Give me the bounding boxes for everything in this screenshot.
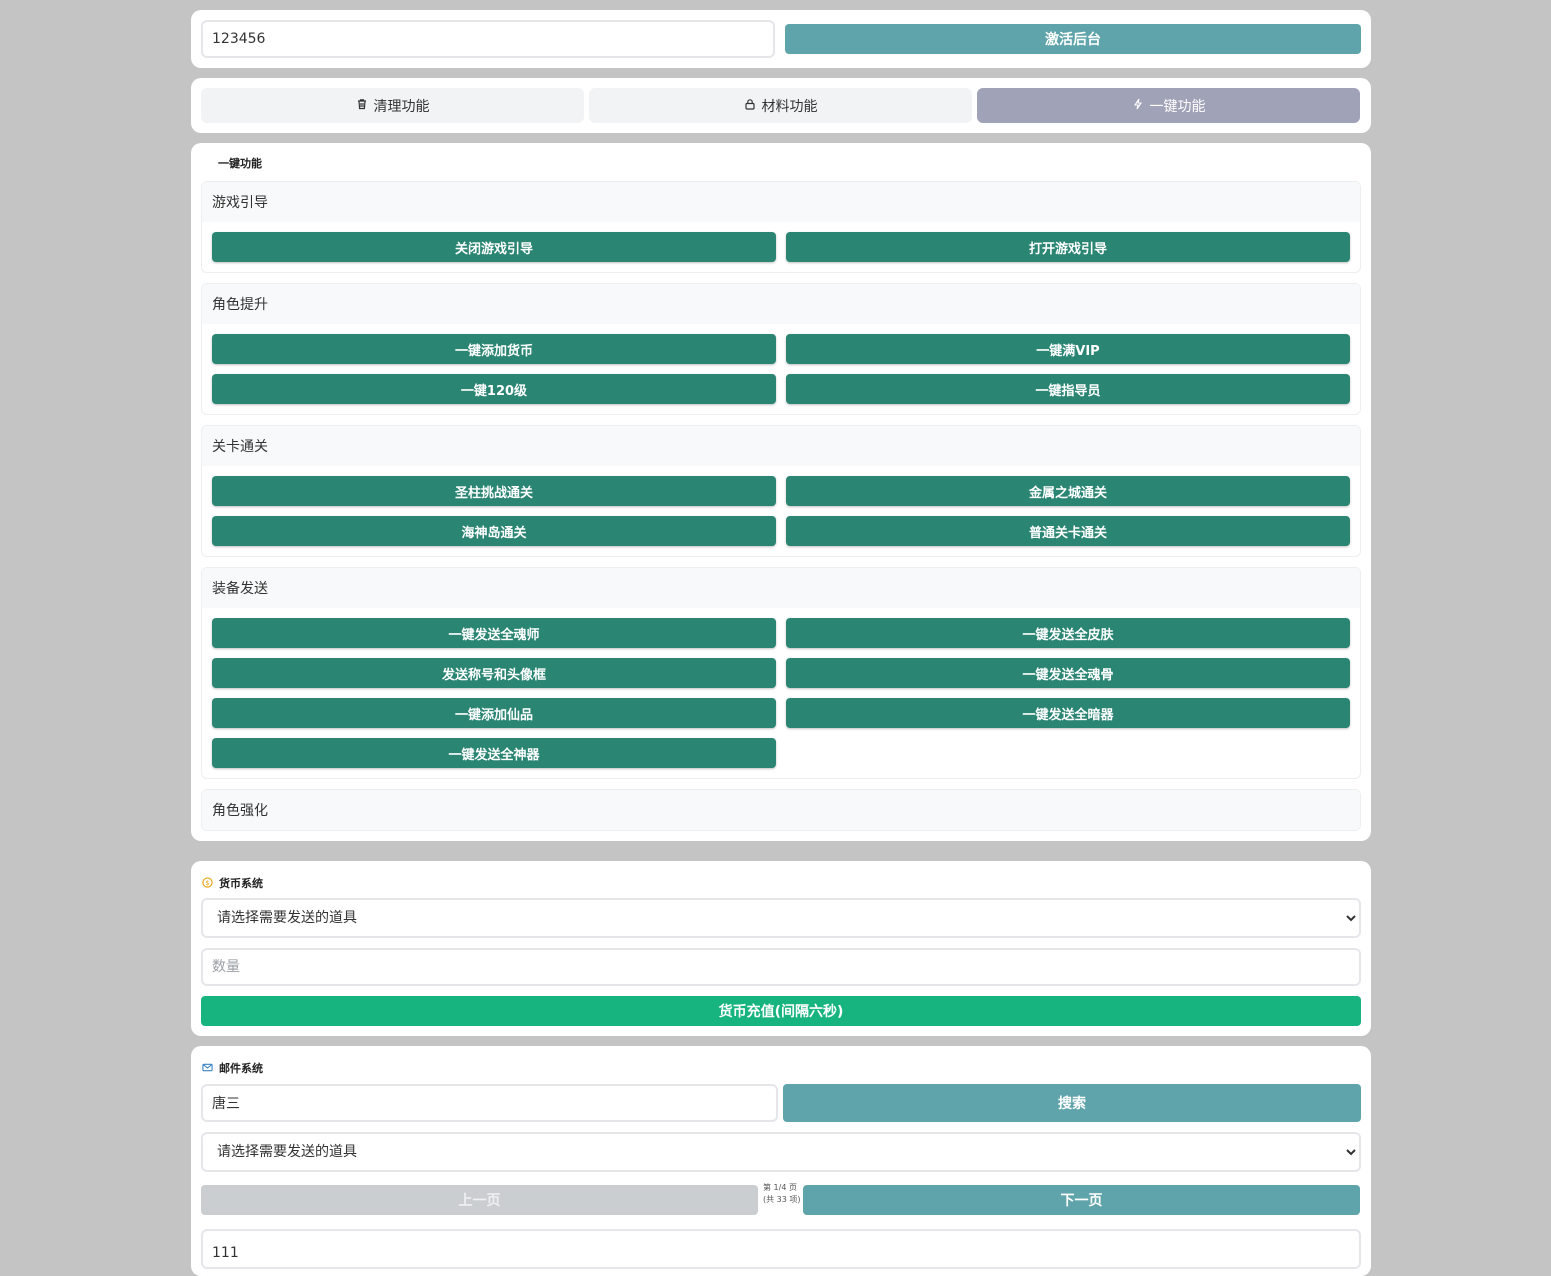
sea-god-island-clear-button[interactable]: 海神岛通关 <box>212 516 776 546</box>
group-role-upgrade: 角色提升 一键添加货币 一键满VIP 一键120级 一键指导员 <box>201 283 1361 415</box>
group-equipment-send: 装备发送 一键发送全魂师 一键发送全皮肤 发送称号和头像框 一键发送全魂骨 一键… <box>201 567 1361 779</box>
send-all-skins-button[interactable]: 一键发送全皮肤 <box>786 618 1350 648</box>
send-all-soulmasters-button[interactable]: 一键发送全魂师 <box>212 618 776 648</box>
quantity-input[interactable] <box>201 948 1361 986</box>
group-title: 关卡通关 <box>202 426 1360 466</box>
send-all-hidden-weapons-button[interactable]: 一键发送全暗器 <box>786 698 1350 728</box>
tab-materials[interactable]: 材料功能 <box>589 88 972 123</box>
group-title: 游戏引导 <box>202 182 1360 222</box>
trash-icon <box>356 98 368 114</box>
max-vip-button[interactable]: 一键满VIP <box>786 334 1350 364</box>
group-title: 角色提升 <box>202 284 1360 324</box>
add-immortal-items-button[interactable]: 一键添加仙品 <box>212 698 776 728</box>
instructor-button[interactable]: 一键指导员 <box>786 374 1350 404</box>
onekey-card: 一键功能 游戏引导 关闭游戏引导 打开游戏引导 角色提升 一键添加货币 一键满V… <box>191 143 1371 841</box>
tab-label: 清理功能 <box>373 98 430 115</box>
group-title: 角色强化 <box>202 790 1360 830</box>
bolt-icon <box>1132 98 1144 114</box>
pillar-clear-button[interactable]: 圣柱挑战通关 <box>212 476 776 506</box>
currency-recharge-button[interactable]: 货币充值(间隔六秒) <box>201 996 1361 1026</box>
mail-icon <box>202 1058 213 1077</box>
lock-icon <box>744 98 756 114</box>
currency-card: $ 货币系统 请选择需要发送的道具 货币充值(间隔六秒) <box>191 861 1371 1036</box>
send-titles-frames-button[interactable]: 发送称号和头像框 <box>212 658 776 688</box>
send-all-soulbones-button[interactable]: 一键发送全魂骨 <box>786 658 1350 688</box>
group-stage-clear: 关卡通关 圣柱挑战通关 金属之城通关 海神岛通关 普通关卡通关 <box>201 425 1361 557</box>
tab-label: 一键功能 <box>1149 98 1206 115</box>
player-search-input[interactable] <box>201 1084 778 1122</box>
metal-city-clear-button[interactable]: 金属之城通关 <box>786 476 1350 506</box>
next-page-button[interactable]: 下一页 <box>803 1185 1360 1215</box>
svg-text:$: $ <box>205 879 209 887</box>
mail-title: 邮件系统 <box>219 1061 263 1075</box>
onekey-title: 一键功能 <box>218 157 262 170</box>
mail-extra-input[interactable] <box>201 1229 1361 1269</box>
group-role-enhance[interactable]: 角色强化 <box>201 789 1361 831</box>
search-button[interactable]: 搜索 <box>783 1084 1361 1122</box>
mail-card: 邮件系统 搜索 请选择需要发送的道具 上一页 第 1/4 页 (共 33 项) … <box>191 1046 1371 1276</box>
normal-stage-clear-button[interactable]: 普通关卡通关 <box>786 516 1350 546</box>
send-all-artifacts-button[interactable]: 一键发送全神器 <box>212 738 776 768</box>
currency-item-select[interactable]: 请选择需要发送的道具 <box>201 898 1361 938</box>
add-currency-button[interactable]: 一键添加货币 <box>212 334 776 364</box>
tab-onekey[interactable]: 一键功能 <box>977 88 1360 123</box>
coin-icon: $ <box>202 873 213 892</box>
open-guide-button[interactable]: 打开游戏引导 <box>786 232 1350 262</box>
close-guide-button[interactable]: 关闭游戏引导 <box>212 232 776 262</box>
mail-item-select[interactable]: 请选择需要发送的道具 <box>201 1132 1361 1172</box>
prev-page-button[interactable]: 上一页 <box>201 1185 758 1215</box>
group-title: 装备发送 <box>202 568 1360 608</box>
tab-label: 材料功能 <box>761 98 818 115</box>
tab-clean[interactable]: 清理功能 <box>201 88 584 123</box>
currency-title: 货币系统 <box>219 876 263 890</box>
tabs-card: 清理功能 材料功能 一键功能 <box>191 78 1371 133</box>
activation-code-input[interactable] <box>201 20 775 58</box>
activate-button[interactable]: 激活后台 <box>785 24 1361 54</box>
activation-card: 激活后台 <box>191 10 1371 68</box>
page-info: 第 1/4 页 (共 33 项) <box>763 1183 801 1204</box>
group-game-guide: 游戏引导 关闭游戏引导 打开游戏引导 <box>201 181 1361 273</box>
level-120-button[interactable]: 一键120级 <box>212 374 776 404</box>
